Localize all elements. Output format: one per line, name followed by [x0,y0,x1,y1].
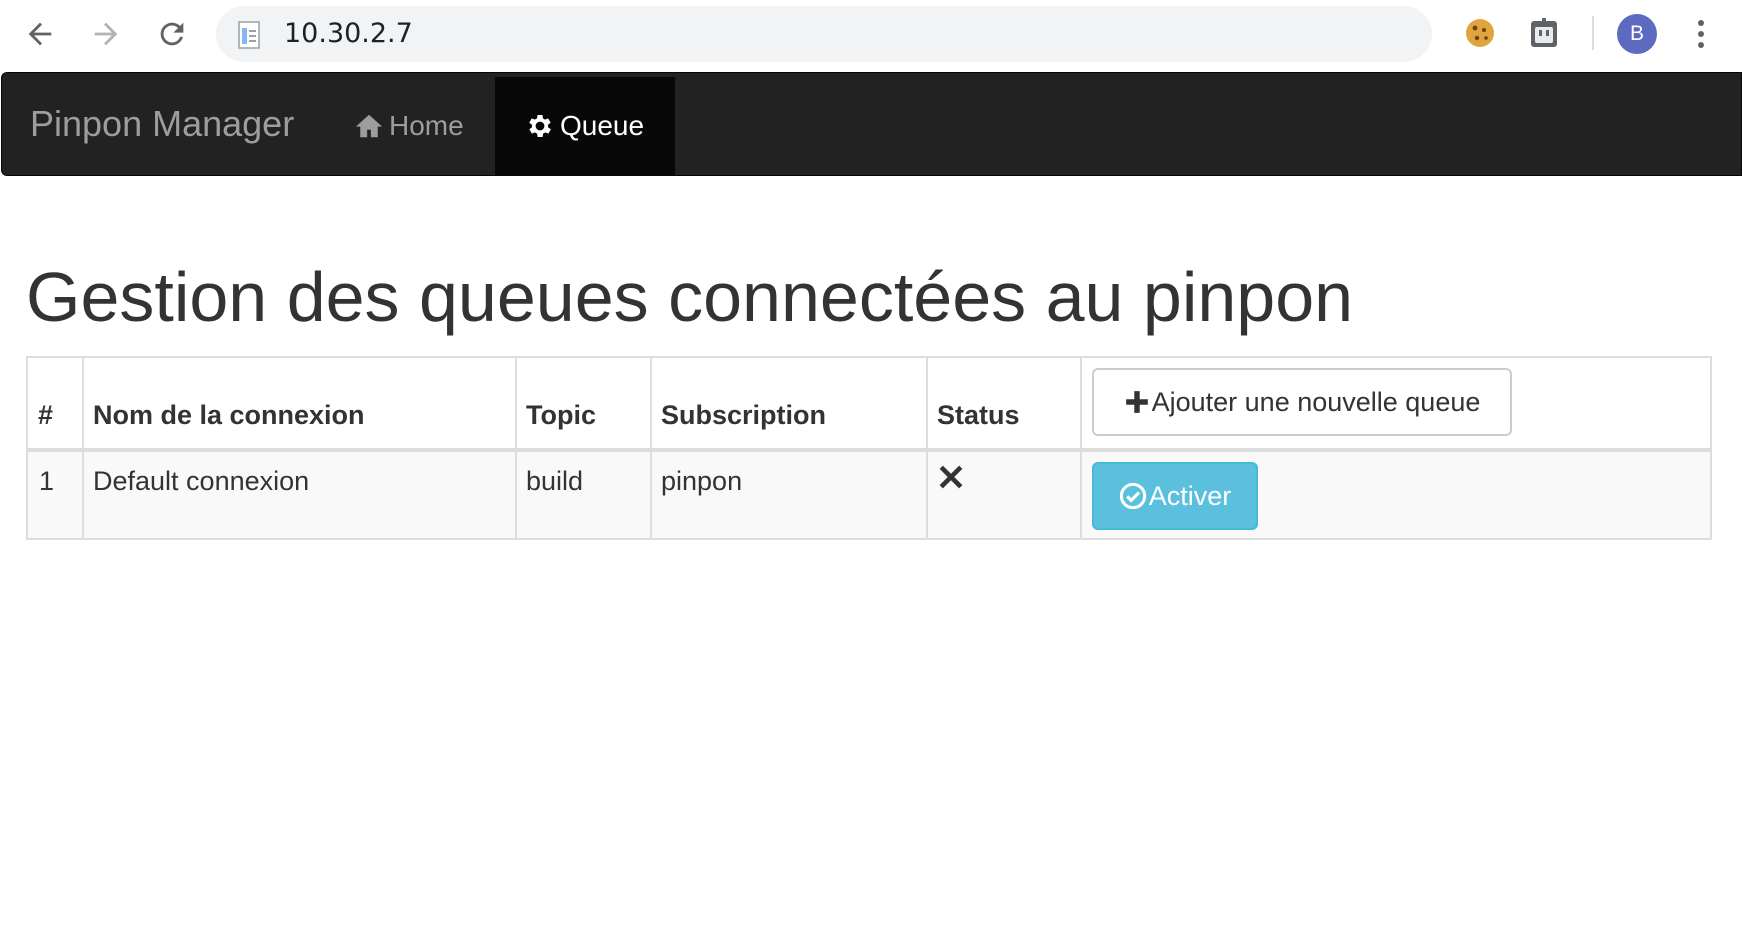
browser-toolbar: 10.30.2.7 B [0,0,1742,70]
home-icon [355,114,383,138]
header-subscription: Subscription [661,400,827,430]
nav-item-queue[interactable]: Queue [495,77,675,175]
reload-icon [160,22,184,46]
header-index: # [38,400,54,430]
robot-extension-icon[interactable] [1526,15,1562,51]
check-circle-icon [1119,482,1146,510]
page-icon [238,21,260,49]
header-topic: Topic [526,400,596,430]
add-queue-button[interactable]: Ajouter une nouvelle queue [1092,368,1512,436]
column-divider [515,358,517,538]
nav-item-label: Queue [560,110,645,141]
activate-label: Activer [1148,480,1232,511]
address-bar[interactable]: 10.30.2.7 [216,6,1432,62]
url-text[interactable]: 10.30.2.7 [284,6,413,62]
header-connection-name: Nom de la connexion [93,400,365,430]
column-divider [1080,358,1082,538]
profile-avatar[interactable]: B [1617,14,1657,54]
row-subscription: pinpon [661,466,743,496]
back-arrow-icon [28,22,52,46]
row-connection-name: Default connexion [93,466,310,496]
menu-dots-icon[interactable] [1686,14,1716,54]
app-navbar: Pinpon Manager Home Queue [1,72,1742,176]
row-index: 1 [39,466,55,496]
activate-button[interactable]: Activer [1092,462,1258,530]
gear-icon [529,115,551,137]
forward-button[interactable] [80,8,132,60]
column-divider [650,358,652,538]
page-title: Gestion des queues connectées au pinpon [26,258,1354,336]
nav-item-label: Home [389,110,464,141]
column-divider [82,358,84,538]
column-divider [926,358,928,538]
row-topic: build [526,466,584,496]
forward-arrow-icon [94,22,118,46]
add-queue-label: Ajouter une nouvelle queue [1151,386,1481,417]
header-divider [28,448,1710,452]
queue-table: # Nom de la connexion Topic Subscription… [26,356,1712,540]
cookie-extension-icon[interactable] [1462,15,1498,51]
plus-icon [1125,391,1148,413]
header-status: Status [937,400,1020,430]
brand-link[interactable]: Pinpon Manager [30,73,294,175]
back-button[interactable] [14,8,66,60]
toolbar-separator [1592,16,1594,50]
nav-item-home[interactable]: Home [324,77,494,175]
reload-button[interactable] [146,8,198,60]
close-icon [939,465,963,489]
